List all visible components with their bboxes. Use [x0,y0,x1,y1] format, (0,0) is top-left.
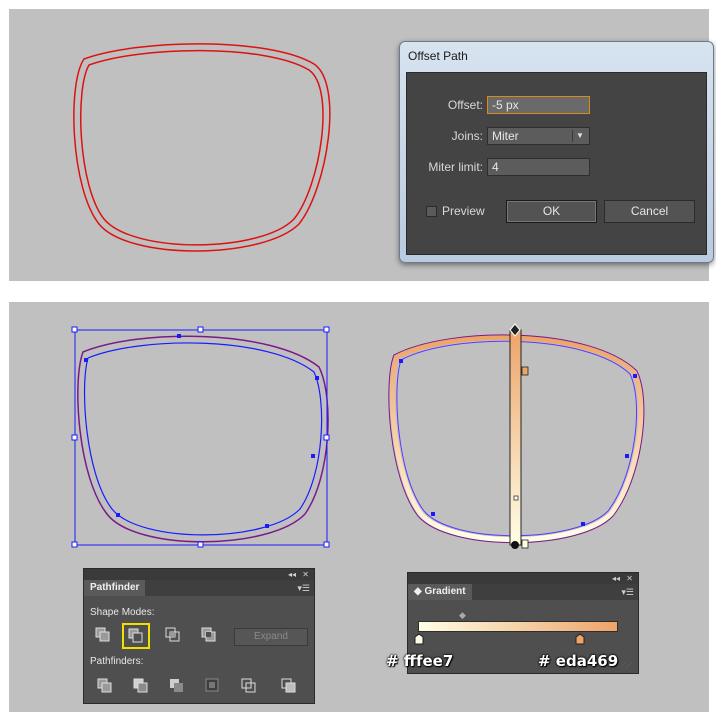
tab-pathfinder[interactable]: Pathfinder [84,580,146,596]
collapse-icon[interactable]: ◂◂ [612,573,620,584]
pathfinder-tabstrip: Pathfinder ▾☰ [84,580,314,596]
gradient-topbar: ◂◂ ✕ [408,573,638,584]
collapse-icon[interactable]: ◂◂ [288,569,296,580]
outline-icon[interactable] [240,677,258,695]
left-outer-path [77,335,329,543]
minus-back-icon[interactable] [280,677,298,695]
unite-icon[interactable] [94,626,112,644]
miter-limit-label: Miter limit: [428,160,483,174]
resize-grip-icon[interactable]: ⋰⋰ [620,662,632,669]
inner-red-path [79,49,324,246]
offset-field[interactable]: -5 px [487,96,590,114]
gradient-annotator-bar [509,329,522,546]
gradient-stop-end[interactable] [575,633,585,645]
offset-path-dialog: Offset Path Offset: -5 px Joins: Miter ▼… [399,41,714,263]
gradient-tab-label: Gradient [424,586,466,597]
exclude-icon[interactable] [200,626,218,644]
intersect-icon[interactable] [164,626,182,644]
miter-limit-field[interactable]: 4 [487,158,590,176]
close-icon[interactable]: ✕ [302,569,309,580]
joins-label: Joins: [451,129,483,143]
top-artboard: Offset Path Offset: -5 px Joins: Miter ▼… [9,9,714,281]
anchor-points [84,334,319,528]
panel-menu-icon[interactable]: ▾☰ [297,583,310,594]
outer-red-path [73,43,331,252]
panel-menu-icon[interactable]: ▾☰ [621,587,634,598]
preview-label: Preview [442,204,485,218]
minus-front-icon[interactable] [127,627,145,645]
midpoint-diamond-icon[interactable]: ◆ [459,610,466,621]
trim-icon[interactable] [132,677,150,695]
cancel-button[interactable]: Cancel [604,200,695,223]
gradient-origin-dot [511,541,519,549]
bottom-artboard: ◂◂ ✕ Pathfinder ▾☰ Shape Modes: Expand P… [9,302,709,712]
gradient-midpoint-marker [513,495,519,501]
crop-icon[interactable] [204,677,222,695]
gradient-tabstrip: ◆ Gradient ▾☰ [408,584,638,600]
tab-gradient[interactable]: ◆ Gradient [408,584,472,600]
chevron-down-icon: ▼ [572,130,587,142]
gradient-slider[interactable] [418,621,618,632]
pathfinder-panel: ◂◂ ✕ Pathfinder ▾☰ Shape Modes: Expand P… [83,568,315,704]
pathfinders-label: Pathfinders: [90,656,144,667]
joins-value: Miter [492,129,519,143]
panel-topbar: ◂◂ ✕ [84,569,314,580]
shape-modes-label: Shape Modes: [90,607,155,618]
bounding-box-handles [71,326,330,548]
preview-checkbox[interactable] [426,206,437,217]
dialog-body: Offset: -5 px Joins: Miter ▼ Miter limit… [406,72,707,255]
selection-bounding-box [74,329,328,546]
offset-label: Offset: [447,98,483,112]
close-icon[interactable]: ✕ [626,573,633,584]
tab-arrows-icon: ◆ [414,586,425,597]
gradient-stop-start[interactable] [414,633,424,645]
expand-button[interactable]: Expand [234,628,308,646]
left-inner-path [83,342,323,536]
gradient-stop-top [521,366,529,376]
dialog-title: Offset Path [408,49,468,63]
ok-button[interactable]: OK [506,200,597,223]
joins-select[interactable]: Miter ▼ [487,127,590,145]
start-color-hex: # fffee7 [386,652,454,670]
divide-icon[interactable] [96,677,114,695]
end-color-hex: # eda469 [538,652,619,670]
merge-icon[interactable] [168,677,186,695]
gradient-stop-bottom [521,539,529,549]
